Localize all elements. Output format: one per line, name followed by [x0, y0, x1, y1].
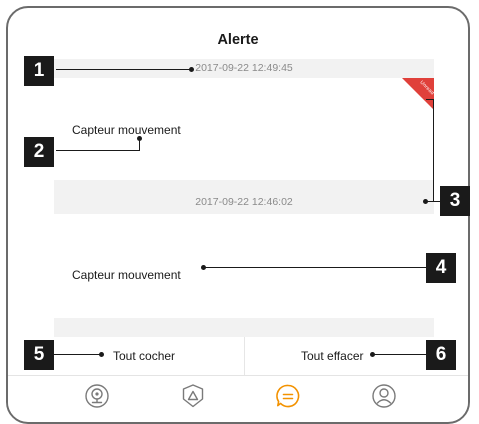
camera-icon: [85, 384, 109, 408]
page-title: Alerte: [217, 32, 259, 48]
callout-dot: [99, 352, 104, 357]
callout-leader: [433, 99, 435, 201]
alert-timestamp: 2017-09-22 12:46:02: [195, 196, 293, 208]
tab-alarm[interactable]: [178, 381, 208, 411]
alert-timestamp-strip: 2017-09-22 12:46:02: [54, 180, 434, 214]
callout-badge: 6: [426, 340, 456, 370]
callout-leader: [54, 354, 102, 356]
tab-profile[interactable]: [369, 381, 399, 411]
callout-dot: [137, 136, 142, 141]
alert-item[interactable]: Capteur mouvement Unread: [54, 78, 436, 181]
alert-label: Capteur mouvement: [72, 123, 181, 137]
callout-dot: [189, 67, 194, 72]
action-bar: Tout cocher Tout effacer: [8, 337, 468, 376]
select-all-label: Tout cocher: [113, 349, 176, 363]
callout-badge: 4: [426, 253, 456, 283]
callout-leader: [56, 69, 193, 71]
callout-leader: [426, 201, 440, 203]
alert-item[interactable]: Capteur mouvement: [54, 214, 434, 318]
user-icon: [372, 384, 396, 408]
callout-leader: [204, 267, 426, 269]
tab-camera[interactable]: [82, 381, 112, 411]
clear-all-label: Tout effacer: [301, 349, 364, 363]
list-separator: [54, 318, 434, 337]
tab-messages[interactable]: [273, 381, 303, 411]
callout-dot: [370, 352, 375, 357]
clear-all-button[interactable]: Tout effacer: [245, 337, 445, 375]
callout-dot: [423, 199, 428, 204]
callout-dot: [201, 265, 206, 270]
callout-badge: 3: [440, 186, 470, 216]
callout-badge: 1: [24, 56, 54, 86]
shield-alert-icon: [182, 384, 204, 408]
callout-badge: 5: [24, 340, 54, 370]
tab-bar: [8, 376, 468, 420]
message-icon: [276, 384, 300, 408]
callout-leader: [56, 150, 140, 152]
callout-leader: [372, 354, 426, 356]
callout-badge: 2: [24, 137, 54, 167]
callout-leader: [426, 99, 434, 101]
select-all-button[interactable]: Tout cocher: [38, 337, 244, 375]
alert-label: Capteur mouvement: [72, 268, 181, 282]
